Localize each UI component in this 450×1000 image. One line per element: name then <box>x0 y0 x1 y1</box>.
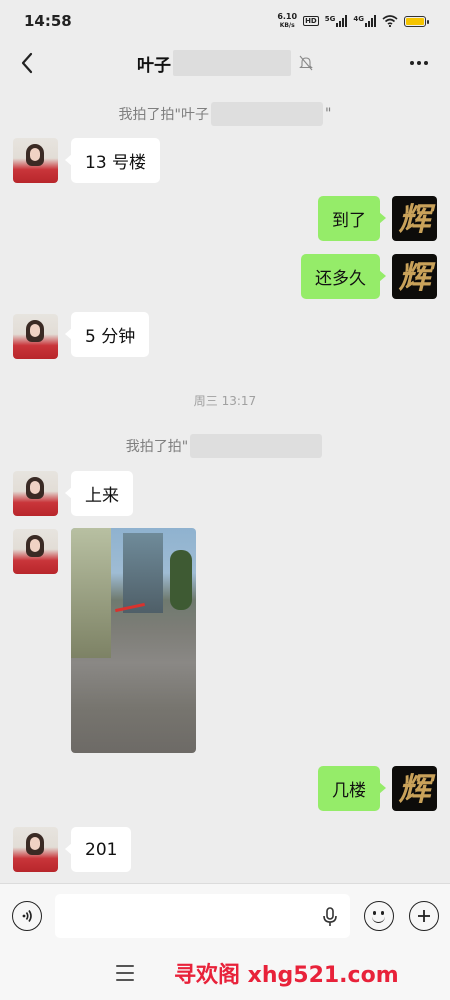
status-time: 14:58 <box>24 12 72 30</box>
emoji-button[interactable] <box>364 901 394 931</box>
plus-button[interactable] <box>409 901 439 931</box>
voice-button[interactable] <box>12 901 42 931</box>
time-divider: 周三 13:17 <box>193 394 257 408</box>
message-bubble-sent[interactable]: 几楼 <box>318 766 386 811</box>
message-bubble-received[interactable]: 13 号楼 <box>64 138 161 183</box>
redaction-block <box>211 102 323 126</box>
message-input[interactable] <box>55 894 350 938</box>
avatar-glyph: 辉 <box>398 769 431 808</box>
chat-messages[interactable]: 我拍了拍"叶子 " 13 号楼 到了 辉 还多久 辉 5 分钟 周三 13:17… <box>0 90 450 880</box>
bell-off-icon <box>299 55 313 71</box>
my-avatar[interactable]: 辉 <box>392 196 437 241</box>
voice-icon <box>22 910 32 922</box>
sim2-label: 4G <box>353 15 364 23</box>
menu-icon[interactable] <box>116 965 134 981</box>
chat-title-text: 叶子 <box>137 55 171 76</box>
wifi-icon <box>382 15 398 27</box>
network-speed: 6.10 KB/s <box>277 12 297 30</box>
avatar-glyph: 辉 <box>398 257 431 296</box>
system-nav-bar: 寻欢阁 xhg521.com <box>0 947 450 1000</box>
my-avatar[interactable]: 辉 <box>392 766 437 811</box>
emoji-icon <box>373 911 376 915</box>
system-message-text: 我拍了拍" <box>125 439 189 455</box>
avatar-glyph: 辉 <box>398 199 431 238</box>
hd-badge: HD <box>303 16 319 26</box>
back-button[interactable] <box>14 50 40 76</box>
network-speed-unit: KB/s <box>279 22 295 29</box>
my-avatar[interactable]: 辉 <box>392 254 437 299</box>
chat-title: 叶子 <box>137 50 313 76</box>
message-bubble-received[interactable]: 201 <box>64 827 132 872</box>
plus-icon <box>418 910 430 922</box>
more-icon <box>410 61 414 65</box>
title-redaction <box>173 50 291 76</box>
redaction-block <box>190 434 323 458</box>
photo-message[interactable] <box>71 528 196 753</box>
chat-header: 叶子 <box>0 42 450 84</box>
system-message-text: 我拍了拍"叶子 <box>118 107 209 123</box>
system-message-pat-1: 我拍了拍"叶子 " <box>0 102 450 126</box>
signal-icon-sim2: 4G <box>353 15 376 27</box>
message-bubble-sent[interactable]: 到了 <box>318 196 386 241</box>
microphone-icon[interactable] <box>321 907 339 927</box>
more-button[interactable] <box>404 50 434 76</box>
status-indicators: 6.10 KB/s HD 5G 4G <box>277 12 429 30</box>
network-speed-value: 6.10 <box>277 12 298 21</box>
message-bubble-received[interactable]: 上来 <box>65 471 133 516</box>
message-bubble-received[interactable]: 5 分钟 <box>64 312 150 357</box>
chevron-left-icon <box>21 52 33 74</box>
signal-icon-sim1: 5G <box>325 15 348 27</box>
status-bar: 14:58 6.10 KB/s HD 5G 4G <box>0 0 450 42</box>
message-bubble-sent[interactable]: 还多久 <box>301 254 386 299</box>
input-bar <box>0 883 450 947</box>
watermark-text: 寻欢阁 xhg521.com <box>174 963 399 988</box>
system-message-suffix: " <box>325 106 332 122</box>
contact-avatar[interactable] <box>13 529 58 574</box>
contact-avatar[interactable] <box>13 471 58 516</box>
contact-avatar[interactable] <box>13 827 58 872</box>
contact-avatar[interactable] <box>13 138 58 183</box>
system-message-pat-2: 我拍了拍" <box>0 434 450 458</box>
battery-icon <box>404 15 429 27</box>
contact-avatar[interactable] <box>13 314 58 359</box>
sim1-label: 5G <box>324 15 336 23</box>
